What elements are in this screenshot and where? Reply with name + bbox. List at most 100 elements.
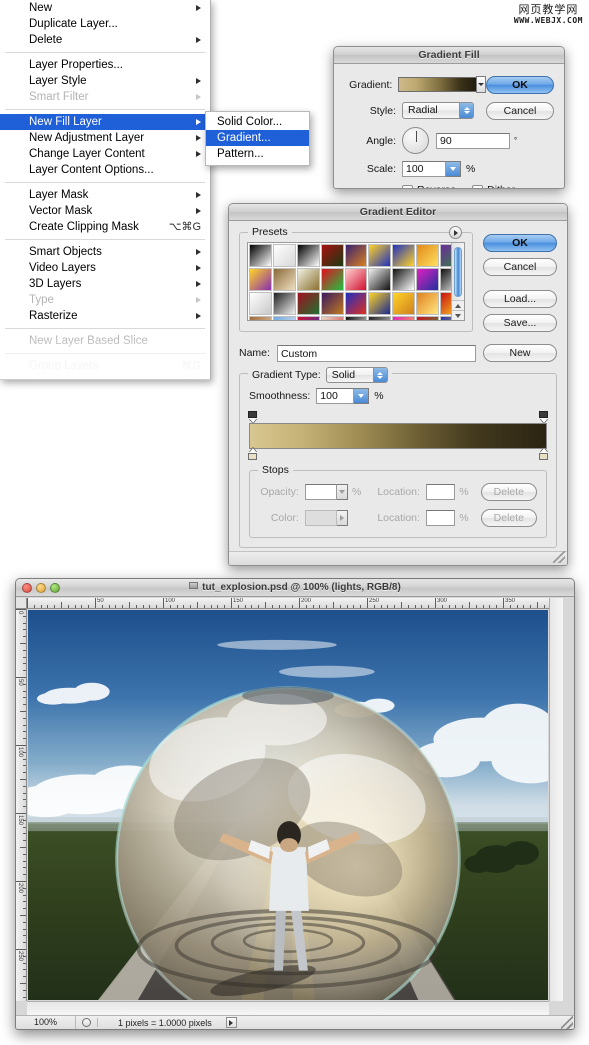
gradient-picker-chevron-down-icon[interactable] [475,76,486,93]
gradient-preset-swatch[interactable] [344,292,368,315]
horizontal-ruler[interactable]: 5010015020025030035040045050055060065070… [27,598,549,609]
menu-item-layer-style[interactable]: Layer Style [0,73,210,89]
scale-input[interactable]: 100 [402,161,446,177]
style-select[interactable]: Radial [402,102,474,119]
layer-menu[interactable]: New Duplicate Layer... Delete Layer Propert… [0,0,211,380]
menu-item-delete[interactable]: Delete [0,32,210,48]
gradient-preset-swatch[interactable] [296,316,320,320]
photoshop-document-window[interactable]: tut_explosion.psd @ 100% (lights, RGB/8)… [15,578,575,1030]
gradient-preset-swatch[interactable] [272,316,296,320]
gradient-preset-swatch[interactable] [416,268,440,291]
gradient-preset-swatch[interactable] [392,316,416,320]
status-menu-chevron-right-icon[interactable] [225,1017,237,1028]
menu-item-change-layer-content[interactable]: Change Layer Content [0,146,210,162]
color-location-input[interactable] [425,510,456,526]
gradient-editor-load-button[interactable]: Load... [483,290,557,308]
new-gradient-button[interactable]: New [483,344,557,362]
scale-chevron-down-icon[interactable] [446,161,461,177]
presets-scroll-up-icon[interactable] [452,300,464,310]
gradient-preset-swatch[interactable] [344,268,368,291]
gradient-type-select[interactable]: Solid [325,367,388,383]
status-preview-icon[interactable] [76,1018,98,1027]
presets-scroll-down-icon[interactable] [452,310,464,320]
gradient-preset-swatch[interactable] [368,244,392,267]
gradient-preset-swatch[interactable] [320,316,344,320]
gradient-name-input[interactable]: Custom [276,344,476,362]
gradient-preset-swatch[interactable] [416,292,440,315]
menu-item-layer-mask[interactable]: Layer Mask [0,187,210,203]
presets-scrollbar-thumb[interactable] [454,247,462,297]
gradient-preset-swatch[interactable] [296,292,320,315]
gradient-preset-swatch[interactable] [416,244,440,267]
gradient-preset-swatch[interactable] [320,268,344,291]
gradient-editor-ok-button[interactable]: OK [483,234,557,252]
gradient-preset-swatch[interactable] [368,292,392,315]
gradient-preset-swatch[interactable] [320,244,344,267]
menu-item-video-layers[interactable]: Video Layers [0,260,210,276]
vertical-scrollbar[interactable] [549,598,563,1001]
gradient-fill-cancel-button[interactable]: Cancel [486,102,554,120]
smoothness-input[interactable]: 100 [316,388,355,404]
presets-options-menu-icon[interactable] [449,226,462,239]
gradient-preset-swatch[interactable] [296,244,320,267]
gradient-preset-swatch[interactable] [392,244,416,267]
vertical-ruler[interactable]: 050100150200250300350400450500 [16,609,27,1001]
menu-item-layer-properties[interactable]: Layer Properties... [0,57,210,73]
dither-checkbox[interactable] [472,184,484,188]
horizontal-scrollbar[interactable] [27,1001,549,1015]
opacity-input[interactable] [304,484,338,500]
menu-item-rasterize[interactable]: Rasterize [0,308,210,324]
menu-item-duplicate-layer[interactable]: Duplicate Layer... [0,16,210,32]
menu-item-3d-layers[interactable]: 3D Layers [0,276,210,292]
gradient-preset-swatch[interactable] [344,316,368,320]
angle-dial[interactable] [402,127,429,154]
color-picker-chevron-right-icon[interactable] [337,510,348,526]
gradient-preset-swatch[interactable] [249,268,272,291]
new-fill-layer-submenu[interactable]: Solid Color... Gradient... Pattern... [205,111,310,166]
gradient-preset-swatch[interactable] [249,244,272,267]
canvas-artwork[interactable] [28,610,548,1000]
presets-grid[interactable] [248,243,464,320]
menu-item-new[interactable]: New [0,0,210,16]
gradient-preview-bar[interactable] [249,423,547,449]
gradient-bar-editor[interactable] [248,411,549,461]
window-resize-grip[interactable] [561,1016,573,1029]
submenu-item-gradient[interactable]: Gradient... [206,130,309,146]
color-stop-right[interactable] [538,448,549,461]
gradient-preset-swatch[interactable] [320,292,344,315]
presets-scrollbar[interactable] [451,243,464,320]
reverse-checkbox[interactable] [402,184,413,188]
delete-opacity-stop-button[interactable]: Delete [480,483,537,501]
menu-item-new-adjustment-layer[interactable]: New Adjustment Layer [0,130,210,146]
canvas-area[interactable] [28,610,548,1000]
submenu-item-pattern[interactable]: Pattern... [206,146,309,162]
gradient-preset-swatch[interactable] [272,292,296,315]
gradient-editor-dialog[interactable]: Gradient Editor Presets OK Cancel Load..… [228,203,568,566]
delete-color-stop-button[interactable]: Delete [480,509,537,527]
gradient-preview-swatch[interactable] [398,77,477,92]
color-swatch-input[interactable] [304,510,338,526]
gradient-editor-cancel-button[interactable]: Cancel [483,258,557,276]
gradient-preset-swatch[interactable] [344,244,368,267]
gradient-preset-swatch[interactable] [416,316,440,320]
gradient-editor-save-button[interactable]: Save... [483,314,557,332]
menu-item-vector-mask[interactable]: Vector Mask [0,203,210,219]
presets-well[interactable] [247,242,465,321]
gradient-editor-resize-grip[interactable] [553,551,565,563]
gradient-preset-swatch[interactable] [392,292,416,315]
gradient-preset-swatch[interactable] [368,268,392,291]
document-titlebar[interactable]: tut_explosion.psd @ 100% (lights, RGB/8) [16,579,574,597]
opacity-location-input[interactable] [425,484,456,500]
menu-item-smart-objects[interactable]: Smart Objects [0,244,210,260]
submenu-item-solid-color[interactable]: Solid Color... [206,114,309,130]
menu-item-create-clipping-mask[interactable]: Create Clipping Mask ⌥⌘G [0,219,210,235]
opacity-chevron-down-icon[interactable] [337,484,348,500]
gradient-fill-ok-button[interactable]: OK [486,76,554,94]
gradient-preset-swatch[interactable] [296,268,320,291]
gradient-preset-swatch[interactable] [392,268,416,291]
gradient-fill-dialog[interactable]: Gradient Fill Gradient: OK Style: Radial… [333,46,565,189]
gradient-preset-swatch[interactable] [249,292,272,315]
zoom-level-field[interactable]: 100% [16,1016,76,1029]
gradient-preset-swatch[interactable] [249,316,272,320]
gradient-preset-swatch[interactable] [368,316,392,320]
